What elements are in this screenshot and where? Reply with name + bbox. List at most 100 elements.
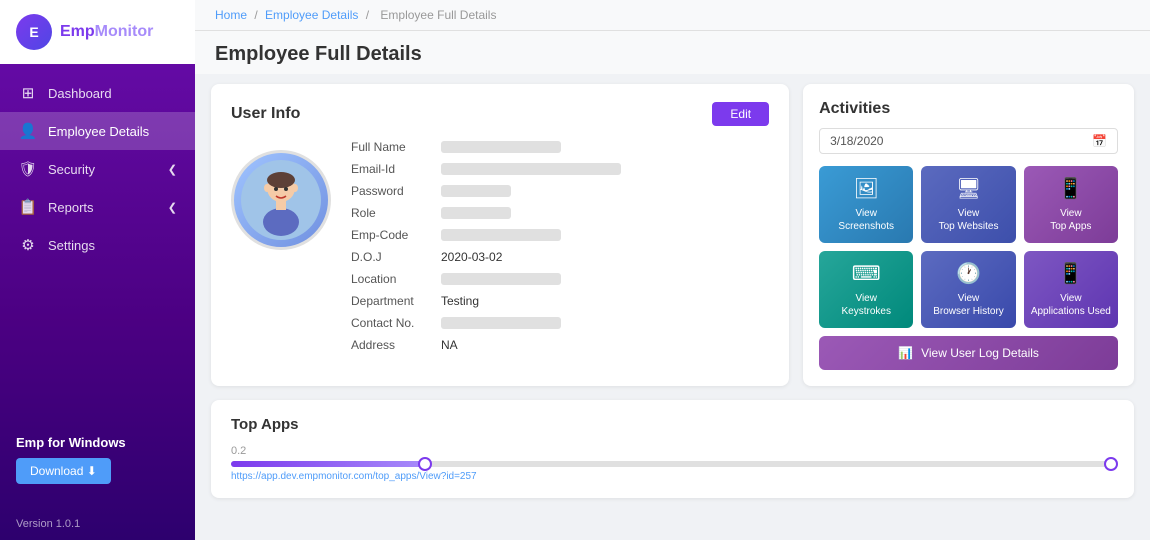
security-icon: 🛡 xyxy=(18,160,38,178)
slider-container: 0.2 xyxy=(231,445,1114,467)
edit-button[interactable]: Edit xyxy=(712,102,769,126)
slider-label: 0.2 xyxy=(231,445,1114,457)
field-department: Department Testing xyxy=(351,294,769,308)
dashboard-icon: ⊞ xyxy=(18,84,38,102)
logo-text: EmpMonitor xyxy=(60,23,153,41)
chevron-icon: ❮ xyxy=(168,163,177,176)
appsused-icon: 📱 xyxy=(1058,261,1083,287)
browser-label: ViewBrowser History xyxy=(933,292,1004,318)
sidebar-download-section: Emp for Windows Download ⬇ xyxy=(0,419,195,500)
slider-thumb-right[interactable] xyxy=(1104,457,1118,471)
field-doj: D.O.J 2020-03-02 xyxy=(351,250,769,264)
value-location xyxy=(441,273,561,285)
field-address: Address NA xyxy=(351,338,769,352)
label-contact: Contact No. xyxy=(351,316,441,330)
sidebar-label-security: Security xyxy=(48,162,95,177)
activities-title: Activities xyxy=(819,100,1118,118)
value-doj: 2020-03-02 xyxy=(441,250,502,264)
sidebar-item-dashboard[interactable]: ⊞ Dashboard xyxy=(0,74,195,112)
page-title-bar: Employee Full Details xyxy=(195,31,1150,74)
value-password xyxy=(441,185,511,197)
label-doj: D.O.J xyxy=(351,250,441,264)
field-emp-code: Emp-Code xyxy=(351,228,769,242)
screenshots-label: ViewScreenshots xyxy=(838,207,894,233)
sidebar-logo: E EmpMonitor xyxy=(0,0,195,64)
value-role xyxy=(441,207,511,219)
field-password: Password xyxy=(351,184,769,198)
user-fields: Full Name Email-Id Password Role xyxy=(351,140,769,360)
top-apps-card: Top Apps 0.2 https://app.dev.empmonitor.… xyxy=(211,400,1134,498)
label-emp-code: Emp-Code xyxy=(351,228,441,242)
keystrokes-label: ViewKeystrokes xyxy=(841,292,890,318)
value-full-name xyxy=(441,141,561,153)
version-text: Version 1.0.1 xyxy=(0,508,195,540)
activities-card: Activities 3/18/2020 📅 🖼 ViewScreenshots… xyxy=(803,84,1134,386)
top-apps-title: Top Apps xyxy=(231,416,1114,433)
slider-thumb-left[interactable] xyxy=(418,457,432,471)
user-info-card: User Info Edit xyxy=(211,84,789,386)
field-location: Location xyxy=(351,272,769,286)
sidebar-label-reports: Reports xyxy=(48,200,94,215)
label-email: Email-Id xyxy=(351,162,441,176)
label-department: Department xyxy=(351,294,441,308)
btn-apps-used[interactable]: 📱 ViewApplications Used xyxy=(1024,251,1118,328)
slider-fill xyxy=(231,461,425,467)
appsused-label: ViewApplications Used xyxy=(1031,292,1111,318)
value-department: Testing xyxy=(441,294,479,308)
value-contact xyxy=(441,317,561,329)
logo-icon: E xyxy=(16,14,52,50)
breadcrumb-sep-2: / xyxy=(366,8,373,22)
user-info-body: Full Name Email-Id Password Role xyxy=(231,140,769,360)
log-label: View User Log Details xyxy=(921,346,1039,360)
calendar-icon: 📅 xyxy=(1092,134,1107,148)
websites-icon: 🖥 xyxy=(956,176,981,202)
sidebar-item-settings[interactable]: ⚙ Settings xyxy=(0,226,195,264)
sidebar-item-employee-details[interactable]: 👤 Employee Details xyxy=(0,112,195,150)
sidebar-item-reports[interactable]: 📋 Reports ❮ xyxy=(0,188,195,226)
page-title: Employee Full Details xyxy=(215,43,1130,66)
breadcrumb-sep-1: / xyxy=(254,8,261,22)
keystrokes-icon: ⌨ xyxy=(852,261,881,287)
btn-browser-history[interactable]: 🕐 ViewBrowser History xyxy=(921,251,1015,328)
field-email: Email-Id xyxy=(351,162,769,176)
btn-top-apps[interactable]: 📱 ViewTop Apps xyxy=(1024,166,1118,243)
sidebar-item-security[interactable]: 🛡 Security ❮ xyxy=(0,150,195,188)
sidebar-label-employee: Employee Details xyxy=(48,124,149,139)
screenshots-icon: 🖼 xyxy=(854,176,879,202)
value-email xyxy=(441,163,621,175)
sidebar-nav: ⊞ Dashboard 👤 Employee Details 🛡 Securit… xyxy=(0,64,195,419)
value-address: NA xyxy=(441,338,458,352)
view-log-button[interactable]: 📊 View User Log Details xyxy=(819,336,1118,370)
sidebar: E EmpMonitor ⊞ Dashboard 👤 Employee Deta… xyxy=(0,0,195,540)
download-button[interactable]: Download ⬇ xyxy=(16,458,111,484)
topapps-icon: 📱 xyxy=(1058,176,1083,202)
breadcrumb: Home / Employee Details / Employee Full … xyxy=(195,0,1150,31)
top-row: User Info Edit xyxy=(211,84,1134,386)
breadcrumb-employee[interactable]: Employee Details xyxy=(265,8,358,22)
browser-icon: 🕐 xyxy=(956,261,981,287)
log-icon: 📊 xyxy=(898,346,913,360)
main-content: Home / Employee Details / Employee Full … xyxy=(195,0,1150,540)
content-area: User Info Edit xyxy=(195,74,1150,540)
date-picker[interactable]: 3/18/2020 📅 xyxy=(819,128,1118,154)
avatar xyxy=(231,150,331,250)
label-full-name: Full Name xyxy=(351,140,441,154)
avatar-svg xyxy=(241,160,321,240)
breadcrumb-current: Employee Full Details xyxy=(380,8,496,22)
breadcrumb-home[interactable]: Home xyxy=(215,8,247,22)
btn-screenshots[interactable]: 🖼 ViewScreenshots xyxy=(819,166,913,243)
field-role: Role xyxy=(351,206,769,220)
settings-icon: ⚙ xyxy=(18,236,38,254)
sidebar-label-dashboard: Dashboard xyxy=(48,86,112,101)
field-full-name: Full Name xyxy=(351,140,769,154)
label-password: Password xyxy=(351,184,441,198)
employee-icon: 👤 xyxy=(18,122,38,140)
btn-keystrokes[interactable]: ⌨ ViewKeystrokes xyxy=(819,251,913,328)
logo-monitor: Monitor xyxy=(95,23,154,40)
activity-grid: 🖼 ViewScreenshots 🖥 ViewTop Websites 📱 V… xyxy=(819,166,1118,328)
logo-emp: Emp xyxy=(60,23,95,40)
chevron-icon-2: ❮ xyxy=(168,201,177,214)
date-value: 3/18/2020 xyxy=(830,134,883,148)
btn-top-websites[interactable]: 🖥 ViewTop Websites xyxy=(921,166,1015,243)
sidebar-label-settings: Settings xyxy=(48,238,95,253)
